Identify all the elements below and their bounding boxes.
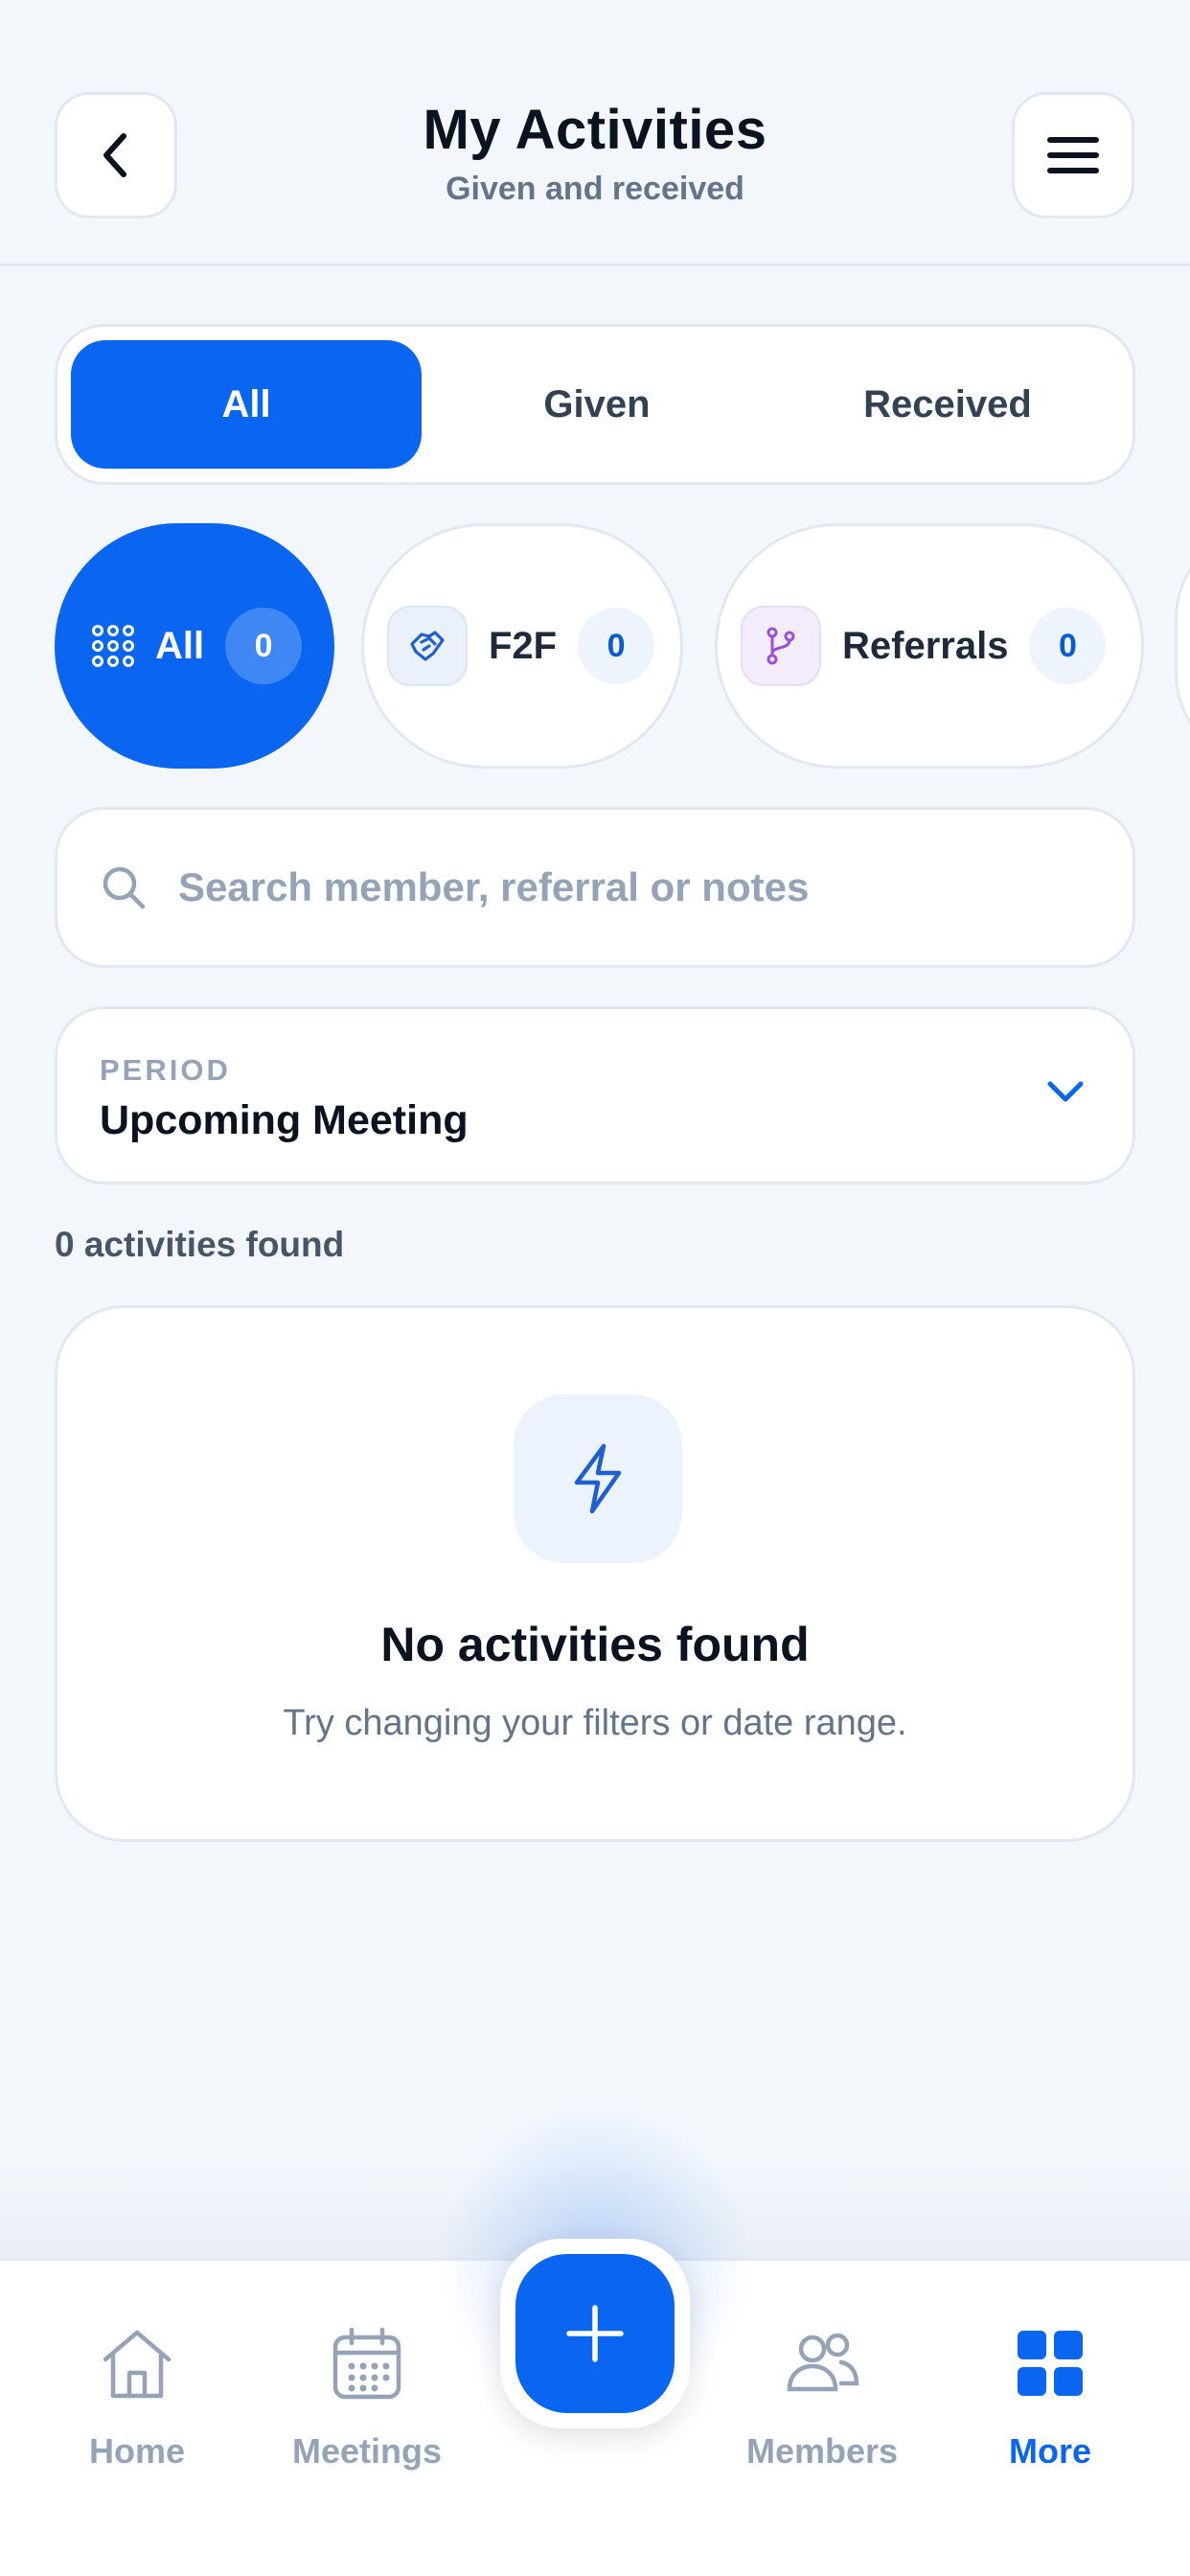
direction-segmented-control: All Given Received: [55, 324, 1135, 485]
menu-button[interactable]: [1012, 92, 1134, 218]
empty-state-title: No activities found: [380, 1618, 810, 1671]
nav-item-meetings[interactable]: Meetings: [271, 2320, 463, 2502]
filter-chip-count: 0: [1029, 608, 1107, 684]
empty-state-card: No activities found Try changing your fi…: [55, 1305, 1135, 1842]
filter-chip-f2f[interactable]: F2F 0: [361, 523, 683, 769]
lightning-icon: [574, 1443, 622, 1514]
nav-item-more[interactable]: More: [954, 2320, 1146, 2502]
search-icon: [103, 866, 146, 909]
plus-icon: [566, 2305, 624, 2362]
chevron-down-icon: [1047, 1081, 1084, 1102]
results-count: 0 activities found: [55, 1225, 345, 1264]
search-bar: [55, 807, 1135, 968]
period-value: Upcoming Meeting: [100, 1097, 469, 1143]
period-select[interactable]: PERIOD Upcoming Meeting: [55, 1006, 1135, 1184]
filter-chip-label: F2F: [489, 624, 558, 667]
handshake-icon: [387, 606, 468, 686]
nav-label: Home: [88, 2431, 186, 2471]
tab-given[interactable]: Given: [422, 340, 772, 469]
period-label: PERIOD: [100, 1053, 231, 1087]
filter-chip-label: All: [155, 624, 205, 667]
filter-chip-count: 0: [578, 608, 655, 684]
empty-state-subtitle: Try changing your filters or date range.: [283, 1703, 907, 1743]
nav-item-members[interactable]: Members: [726, 2320, 918, 2502]
filter-chip-all[interactable]: All 0: [55, 523, 334, 769]
users-icon: [784, 2320, 860, 2406]
search-input[interactable]: [176, 863, 1096, 911]
nav-label: Meetings: [291, 2431, 443, 2471]
branch-icon: [741, 606, 821, 686]
empty-state-icon-box: [514, 1394, 682, 1563]
grid-icon: [1016, 2320, 1085, 2406]
nav-label: Members: [745, 2431, 899, 2471]
calendar-icon: [331, 2320, 403, 2406]
nav-item-home[interactable]: Home: [41, 2320, 233, 2502]
tab-received[interactable]: Received: [772, 340, 1123, 469]
grid-dots-icon: [84, 606, 142, 686]
header: My Activities Given and received: [0, 0, 1190, 266]
my-activities-screen: My Activities Given and received All Giv…: [0, 0, 1190, 2576]
home-icon: [100, 2320, 174, 2406]
hamburger-menu-icon: [1047, 137, 1099, 173]
filter-chip-overflow[interactable]: [1175, 523, 1190, 769]
filter-chip-count: 0: [225, 608, 303, 684]
add-activity-button[interactable]: [515, 2254, 675, 2413]
filter-chip-label: Referrals: [842, 624, 1009, 667]
tab-all[interactable]: All: [71, 340, 422, 469]
filter-chip-referrals[interactable]: Referrals 0: [715, 523, 1144, 769]
nav-label: More: [1008, 2431, 1091, 2471]
